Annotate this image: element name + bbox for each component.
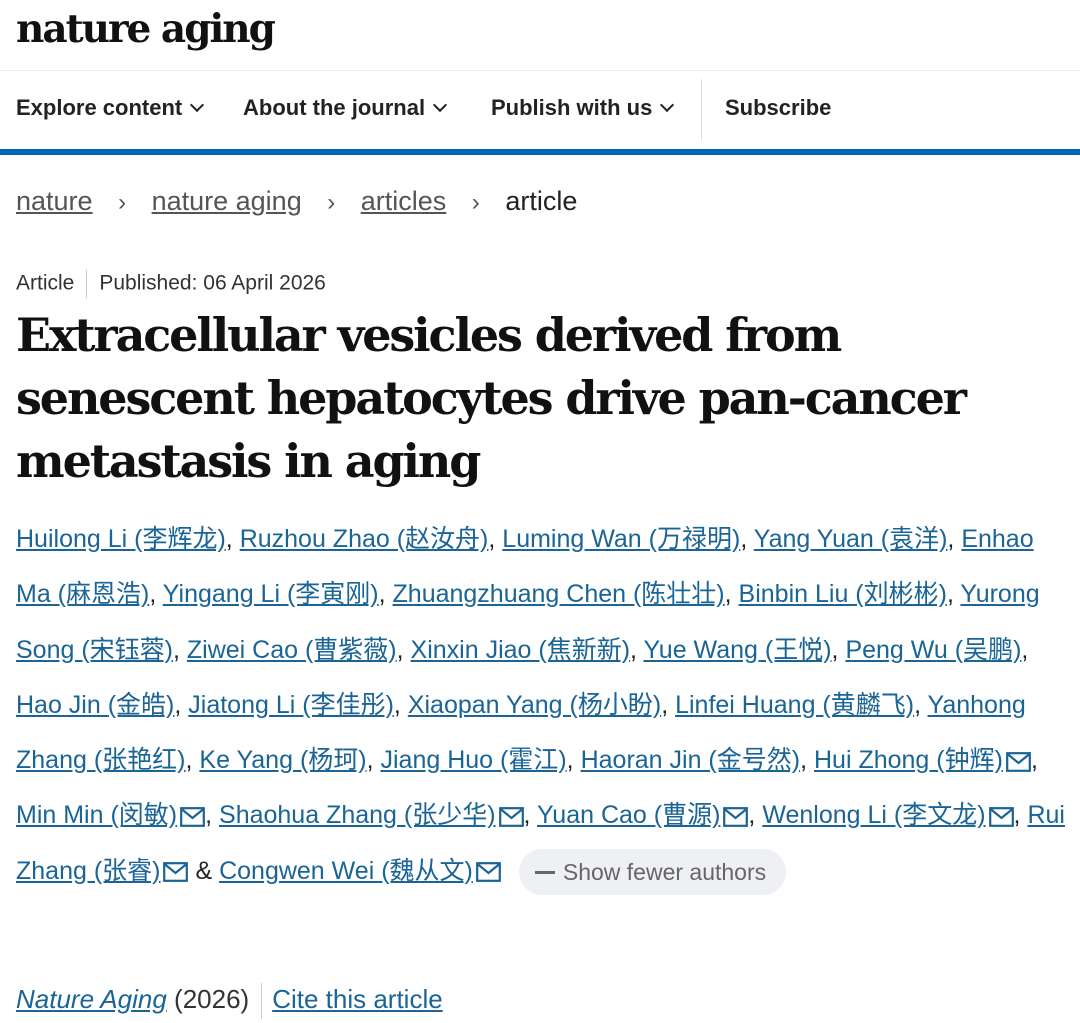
author-link[interactable]: Jiang Huo (霍江) <box>381 746 567 774</box>
author-link[interactable]: Congwen Wei (魏从文) <box>219 857 473 885</box>
nav-item-label: Publish with us <box>491 95 653 120</box>
author-link[interactable]: Hao Jin (金皓) <box>16 691 174 719</box>
show-fewer-authors-button[interactable]: Show fewer authors <box>518 849 787 896</box>
main-nav: Explore content About the journal Publis… <box>0 70 1080 155</box>
breadcrumb-separator: › <box>471 189 480 216</box>
citation-line: Nature Aging (2026) Cite this article <box>16 983 443 1019</box>
mail-icon[interactable] <box>1006 751 1031 772</box>
author-link[interactable]: Zhuangzhuang Chen (陈壮壮) <box>393 580 725 608</box>
mail-icon[interactable] <box>723 806 749 827</box>
author-link[interactable]: Yue Wang (王悦) <box>644 636 832 664</box>
breadcrumb-separator: › <box>327 189 336 216</box>
chevron-down-icon <box>190 97 205 113</box>
nav-subscribe[interactable]: Subscribe <box>725 95 831 121</box>
author-link[interactable]: Binbin Liu (刘彬彬) <box>739 580 947 608</box>
nav-divider <box>701 79 702 141</box>
nav-item-label: About the journal <box>243 95 426 120</box>
author-link[interactable]: Yang Yuan (袁洋) <box>754 525 948 553</box>
nav-item-label: Explore content <box>16 95 183 120</box>
author-link[interactable]: Ke Yang (杨珂) <box>199 746 366 774</box>
breadcrumb-articles[interactable]: articles <box>361 186 447 216</box>
mail-icon[interactable] <box>498 806 524 827</box>
article-meta: Article Published: 06 April 2026 <box>16 270 326 298</box>
nav-explore-content[interactable]: Explore content <box>16 95 205 121</box>
author-link[interactable]: Yuan Cao (曹源) <box>537 801 720 829</box>
author-list: Huilong Li (李辉龙), Ruzhou Zhao (赵汝舟), Lum… <box>16 512 1070 899</box>
chevron-down-icon <box>660 97 675 113</box>
journal-logo[interactable]: nature aging <box>16 6 276 52</box>
minus-icon <box>534 870 555 874</box>
author-link[interactable]: Hui Zhong (钟辉) <box>814 746 1003 774</box>
author-link[interactable]: Wenlong Li (李文龙) <box>762 801 985 829</box>
author-link[interactable]: Yingang Li (李寅刚) <box>163 580 379 608</box>
breadcrumb: nature › nature aging › articles › artic… <box>16 186 577 217</box>
cite-article-link[interactable]: Cite this article <box>272 984 443 1014</box>
show-fewer-label: Show fewer authors <box>562 858 767 885</box>
author-link[interactable]: Jiatong Li (李佳彤) <box>188 691 394 719</box>
journal-link[interactable]: Nature Aging <box>16 984 167 1014</box>
nav-publish-with-us[interactable]: Publish with us <box>491 95 675 121</box>
author-link[interactable]: Huilong Li (李辉龙) <box>16 525 226 553</box>
nav-item-label: Subscribe <box>725 95 832 120</box>
mail-icon[interactable] <box>988 806 1014 827</box>
chevron-down-icon <box>433 97 448 113</box>
article-type: Article <box>16 271 75 295</box>
mail-icon[interactable] <box>475 862 501 883</box>
author-link[interactable]: Haoran Jin (金号然) <box>581 746 801 774</box>
breadcrumb-separator: › <box>118 189 127 216</box>
author-link[interactable]: Shaohua Zhang (张少华) <box>219 801 496 829</box>
author-and-symbol: & <box>195 856 213 885</box>
article-title: Extracellular vesicles derived from sene… <box>16 308 967 488</box>
author-link[interactable]: Xiaopan Yang (杨小盼) <box>408 691 661 719</box>
author-link[interactable]: Luming Wan (万禄明) <box>502 525 740 553</box>
citation-divider <box>261 983 263 1019</box>
author-link[interactable]: Ruzhou Zhao (赵汝舟) <box>240 525 489 553</box>
breadcrumb-nature-aging[interactable]: nature aging <box>152 186 302 216</box>
publish-date: Published: 06 April 2026 <box>99 271 326 295</box>
mail-icon[interactable] <box>163 862 189 883</box>
breadcrumb-current: article <box>505 186 578 216</box>
author-link[interactable]: Peng Wu (吴鹏) <box>845 636 1021 664</box>
breadcrumb-nature[interactable]: nature <box>16 186 93 216</box>
author-link[interactable]: Xinxin Jiao (焦新新) <box>411 636 631 664</box>
publication-year: (2026) <box>174 983 250 1014</box>
mail-icon[interactable] <box>180 806 206 827</box>
site-header: nature aging <box>0 0 1080 70</box>
author-link[interactable]: Linfei Huang (黄麟飞) <box>675 691 914 719</box>
author-link[interactable]: Ziwei Cao (曹紫薇) <box>187 636 397 664</box>
meta-divider <box>86 270 88 298</box>
author-link[interactable]: Min Min (闵敏) <box>16 801 177 829</box>
nav-about-journal[interactable]: About the journal <box>243 95 448 121</box>
